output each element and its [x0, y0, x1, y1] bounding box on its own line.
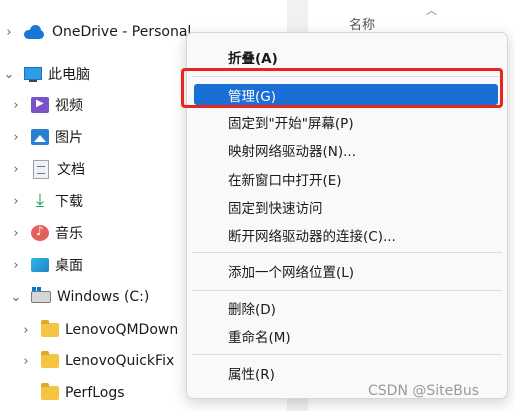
drive-icon	[31, 287, 51, 303]
chevron-right-icon[interactable]: ›	[19, 354, 33, 369]
tree-item-lenovoquickfix[interactable]: › LenovoQuickFix	[19, 347, 174, 375]
tree-item-label: PerfLogs	[65, 385, 125, 401]
tree-item-label: 桌面	[55, 258, 83, 274]
downloads-folder-icon: ⤓	[36, 190, 44, 211]
folder-icon	[41, 320, 59, 337]
chevron-right-icon[interactable]: ›	[2, 25, 16, 40]
menu-item-rename[interactable]: 重命名(M)	[187, 323, 507, 349]
chevron-right-icon[interactable]: ›	[9, 226, 23, 241]
tree-item-label: 下载	[55, 194, 83, 210]
tree-item-label: 文档	[57, 162, 85, 178]
chevron-right-icon[interactable]: ›	[9, 98, 23, 113]
sort-ascending-icon[interactable]: ︿	[426, 2, 437, 18]
menu-item-pin-quick-access[interactable]: 固定到快速访问	[187, 194, 507, 220]
pictures-folder-icon	[31, 129, 49, 145]
chevron-right-icon[interactable]: ›	[9, 194, 23, 209]
menu-separator	[192, 252, 502, 253]
tree-item-label: 图片	[55, 130, 83, 146]
onedrive-cloud-icon	[24, 25, 46, 39]
annotation-highlight-box	[181, 68, 503, 108]
tree-item-label: 视频	[55, 98, 83, 114]
menu-item-delete[interactable]: 删除(D)	[187, 295, 507, 321]
tree-item-label: OneDrive - Personal	[52, 24, 192, 40]
documents-folder-icon	[33, 159, 49, 179]
menu-item-disconnect-network-drive[interactable]: 断开网络驱动器的连接(C)...	[187, 222, 507, 248]
tree-item-label: Windows (C:)	[57, 289, 150, 305]
chevron-down-icon[interactable]: ⌄	[2, 67, 16, 82]
chevron-down-icon[interactable]: ⌄	[9, 290, 23, 305]
tree-item-onedrive[interactable]: › OneDrive - Personal	[2, 18, 191, 46]
videos-folder-icon	[31, 97, 49, 113]
tree-item-label: 音乐	[55, 226, 83, 242]
tree-item-windows-c[interactable]: ⌄ Windows (C:)	[9, 283, 149, 311]
menu-item-add-network-location[interactable]: 添加一个网络位置(L)	[187, 258, 507, 284]
tree-item-perflogs[interactable]: PerfLogs	[19, 379, 125, 407]
column-header-name[interactable]: 名称	[349, 14, 375, 33]
music-folder-icon	[31, 224, 49, 241]
tree-item-videos[interactable]: › 视频	[9, 91, 83, 119]
chevron-right-icon[interactable]: ›	[19, 323, 33, 338]
tree-item-label: 此电脑	[48, 67, 90, 83]
tree-item-documents[interactable]: › 文档	[9, 155, 85, 183]
tree-item-lenovoqmdown[interactable]: › LenovoQMDown	[19, 316, 178, 344]
menu-item-map-network-drive[interactable]: 映射网络驱动器(N)...	[187, 137, 507, 163]
menu-item-collapse[interactable]: 折叠(A)	[187, 44, 507, 70]
menu-item-pin-to-start[interactable]: 固定到"开始"屏幕(P)	[187, 109, 507, 135]
desktop-folder-icon	[31, 258, 49, 272]
tree-item-this-pc[interactable]: ⌄ 此电脑	[2, 60, 90, 88]
tree-item-desktop[interactable]: › 桌面	[9, 251, 83, 279]
tree-item-label: LenovoQMDown	[65, 322, 179, 338]
menu-separator	[192, 354, 502, 355]
chevron-right-icon[interactable]: ›	[9, 258, 23, 273]
folder-icon	[41, 351, 59, 368]
tree-item-downloads[interactable]: › ⤓ 下载	[9, 187, 83, 215]
chevron-right-icon[interactable]: ›	[9, 130, 23, 145]
tree-item-pictures[interactable]: › 图片	[9, 123, 83, 151]
menu-separator	[192, 290, 502, 291]
watermark: CSDN @SiteBus	[368, 383, 480, 399]
folder-icon	[41, 383, 59, 400]
chevron-right-icon[interactable]: ›	[9, 162, 23, 177]
tree-item-label: LenovoQuickFix	[65, 353, 175, 369]
menu-item-open-new-window[interactable]: 在新窗口中打开(E)	[187, 166, 507, 192]
tree-item-music[interactable]: › 音乐	[9, 219, 83, 247]
this-pc-icon	[24, 67, 42, 82]
